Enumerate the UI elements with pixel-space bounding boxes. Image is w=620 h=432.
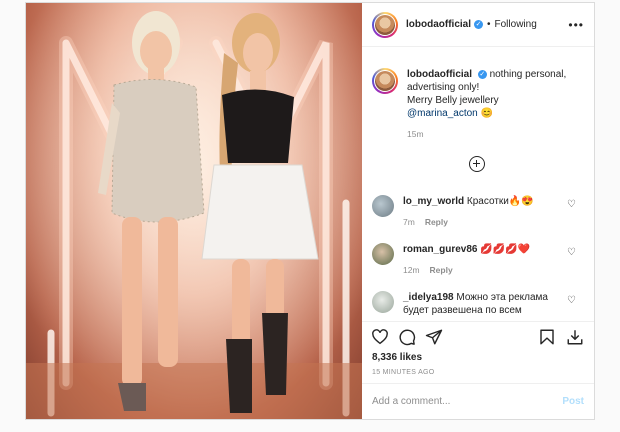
post-header: lobodaofficial ✓ • Following ••• <box>362 3 594 47</box>
caption: lobodaofficial ✓ nothing personal, adver… <box>362 68 594 141</box>
caption-verified-icon: ✓ <box>477 69 487 79</box>
save-download-icon[interactable] <box>566 328 584 346</box>
load-more-icon[interactable] <box>469 156 485 172</box>
comment-item: roman_gurev86 💋💋💋❤️ 12m Reply ♡ <box>362 243 594 277</box>
comment-icon[interactable] <box>398 328 416 346</box>
comment-username[interactable]: lo_my_world <box>403 196 464 207</box>
action-bar <box>362 321 594 350</box>
more-icon[interactable]: ••• <box>568 18 584 32</box>
caption-mention[interactable]: @marina_acton <box>407 108 478 119</box>
photo-illustration <box>26 3 362 419</box>
post-card: lobodaofficial ✓ • Following ••• lobodao… <box>25 2 595 420</box>
caption-username[interactable]: lobodaofficial <box>407 69 472 80</box>
comment-text: 💋💋💋❤️ <box>480 244 531 255</box>
comment-input[interactable]: Add a comment... <box>372 396 450 407</box>
header-separator: • <box>487 19 491 30</box>
comments-panel[interactable]: lobodaofficial ✓ nothing personal, adver… <box>362 48 594 320</box>
reply-button[interactable]: Reply <box>425 217 448 227</box>
caption-text-3: Merry Belly jewellery <box>407 95 499 106</box>
comment-time[interactable]: 7m <box>403 217 415 227</box>
comment-item: _idelya198 Можно эта реклама будет разве… <box>362 291 594 317</box>
author-username[interactable]: lobodaofficial <box>406 19 471 30</box>
likes-count[interactable]: 8,336 likes <box>372 352 422 363</box>
heart-icon[interactable]: ♡ <box>567 295 576 306</box>
post-button[interactable]: Post <box>562 396 584 407</box>
heart-icon[interactable]: ♡ <box>567 247 576 258</box>
bookmark-icon[interactable] <box>538 328 556 346</box>
reply-button[interactable]: Reply <box>430 265 453 275</box>
caption-text-1: nothing personal, <box>489 69 567 80</box>
comment-username[interactable]: roman_gurev86 <box>403 244 477 255</box>
following-button[interactable]: Following <box>495 19 537 30</box>
comment-text: Красотки🔥😍 <box>466 196 534 207</box>
heart-icon[interactable] <box>371 328 389 346</box>
post-photo[interactable] <box>26 3 362 419</box>
post-sidebar: lobodaofficial ✓ • Following ••• lobodao… <box>362 3 594 419</box>
caption-text-2: advertising only! <box>407 82 480 93</box>
post-timestamp[interactable]: 15 MINUTES AGO <box>372 369 435 376</box>
caption-time[interactable]: 15m <box>407 129 424 139</box>
comment-time[interactable]: 12m <box>403 265 420 275</box>
commenter-avatar[interactable] <box>372 291 394 313</box>
comment-username[interactable]: _idelya198 <box>403 292 454 303</box>
verified-icon: ✓ <box>474 20 483 29</box>
add-comment-bar: Add a comment... Post <box>362 383 594 419</box>
share-icon[interactable] <box>425 328 443 346</box>
commenter-avatar[interactable] <box>372 243 394 265</box>
caption-avatar[interactable] <box>372 68 398 94</box>
comment-item: lo_my_world Красотки🔥😍 7m Reply ♡ <box>362 195 594 229</box>
heart-icon[interactable]: ♡ <box>567 199 576 210</box>
commenter-avatar[interactable] <box>372 195 394 217</box>
author-avatar[interactable] <box>372 11 398 38</box>
caption-emoji: 😊 <box>480 108 493 119</box>
